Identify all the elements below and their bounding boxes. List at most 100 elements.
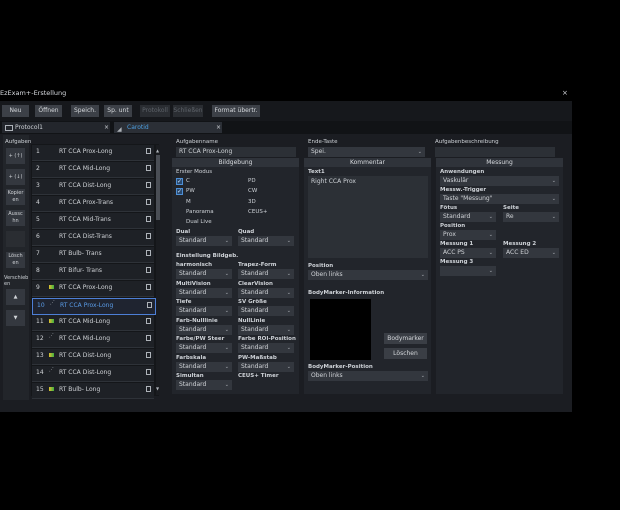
add-below-button[interactable]: + (↓)	[6, 169, 25, 185]
imaging-setting-select[interactable]: Standard ⌄	[176, 287, 232, 298]
scrollbar-thumb[interactable]	[156, 155, 160, 220]
imaging-setting-select[interactable]: Standard ⌄	[238, 269, 294, 279]
mode-pw-checkbox[interactable]: ✓	[176, 188, 183, 195]
imaging-setting-label: Farbe/PW Steer	[176, 336, 225, 342]
imaging-setting-select[interactable]: Standard ⌄	[176, 324, 232, 335]
move-up-button[interactable]: ▲	[6, 289, 25, 305]
imaging-setting-select[interactable]: Standard ⌄	[176, 361, 232, 372]
imaging-setting-select[interactable]: Standard ⌄	[176, 269, 232, 279]
tab-protocol1[interactable]: Protocol1 ×	[2, 122, 110, 133]
document-icon[interactable]	[146, 199, 151, 205]
imaging-setting-select[interactable]: Standard ⌄	[238, 343, 294, 353]
mode-panorama-label[interactable]: Panorama	[186, 209, 214, 215]
document-icon[interactable]	[146, 284, 151, 290]
comment-position-select[interactable]: Oben links ⌄	[308, 270, 428, 280]
save-as-button[interactable]: Sp. unt	[104, 105, 132, 117]
bodymarker-button[interactable]: Bodymarker	[384, 333, 427, 344]
task-row[interactable]: 3 RT CCA Dist-Long	[32, 179, 154, 195]
tab-carotid[interactable]: ◢ Carotid ×	[114, 122, 222, 133]
document-icon[interactable]	[146, 267, 151, 273]
imaging-setting-select[interactable]: Standard ⌄	[238, 287, 294, 298]
scroll-down-icon[interactable]: ▼	[156, 386, 159, 391]
imaging-setting-select[interactable]: Standard ⌄	[238, 306, 294, 316]
new-button[interactable]: Neu	[2, 105, 29, 117]
window-close-icon[interactable]: ×	[562, 89, 568, 97]
task-name-input[interactable]: RT CCA Prox-Long	[176, 147, 296, 157]
tab-close-icon[interactable]: ×	[216, 122, 221, 133]
document-icon[interactable]	[146, 182, 151, 188]
task-row[interactable]: 7 RT Bulb- Trans	[32, 247, 154, 263]
bodymarker-position-select[interactable]: Oben links ⌄	[308, 371, 428, 381]
measurement3-select[interactable]: ⌄	[440, 266, 496, 276]
task-row[interactable]: 6 RT CCA Dist-Trans	[32, 230, 154, 246]
imaging-setting-select[interactable]: Standard ⌄	[176, 306, 232, 316]
document-icon[interactable]	[146, 369, 151, 375]
protocol-button[interactable]: Protokoll	[140, 105, 170, 117]
mode-dual-live-label[interactable]: Dual Live	[186, 219, 212, 225]
measurement1-select[interactable]: ACC PS ⌄	[440, 248, 496, 258]
document-icon[interactable]	[146, 250, 151, 256]
format-transfer-button[interactable]: Format übertr.	[212, 105, 260, 117]
document-icon[interactable]	[146, 233, 151, 239]
task-row[interactable]: 8 RT Bifur- Trans	[32, 264, 154, 280]
task-row[interactable]: 4 RT CCA Prox-Trans	[32, 196, 154, 212]
task-row[interactable]: 14 ⋰ RT CCA Dist-Long	[32, 366, 154, 382]
task-description-input[interactable]	[435, 147, 555, 157]
mode-ceus-label[interactable]: CEUS+	[248, 209, 267, 215]
dual-select[interactable]: Standard ⌄	[176, 236, 232, 246]
tab-close-icon[interactable]: ×	[104, 122, 109, 133]
measurement2-select[interactable]: ACC ED ⌄	[503, 248, 559, 258]
move-down-button[interactable]: ▼	[6, 310, 25, 326]
close-protocol-button[interactable]: Schließen	[173, 105, 203, 117]
imaging-setting-value: Standard	[241, 325, 269, 333]
delete-bodymarker-button[interactable]: Löschen	[384, 348, 427, 359]
mode-3d-label[interactable]: 3D	[248, 199, 256, 205]
task-row[interactable]: 11 RT CCA Mid-Long	[32, 315, 154, 331]
quad-select[interactable]: Standard ⌄	[238, 236, 294, 246]
add-above-button[interactable]: + (↑)	[6, 148, 25, 164]
task-row[interactable]: 2 RT CCA Mid-Long	[32, 162, 154, 178]
copy-button[interactable]: Kopier en	[6, 189, 25, 205]
mode-c-checkbox[interactable]: ✓	[176, 178, 183, 185]
document-icon[interactable]	[146, 216, 151, 222]
cut-button[interactable]: Aussc hn	[6, 210, 25, 226]
side-select[interactable]: Re ⌄	[503, 212, 559, 222]
imaging-setting-select[interactable]: Standard ⌄	[238, 324, 294, 335]
task-label: RT Bifur- Trans	[59, 267, 103, 274]
task-row[interactable]: 1 RT CCA Prox-Long	[32, 145, 154, 161]
task-number: 6	[36, 233, 40, 240]
task-label: RT Bulb- Trans	[59, 250, 102, 257]
document-icon[interactable]	[147, 302, 152, 308]
applications-select[interactable]: Vaskulär ⌄	[440, 176, 559, 186]
task-row[interactable]: 15 RT Bulb- Long	[32, 383, 154, 399]
mode-cw-label[interactable]: CW	[248, 188, 257, 194]
fetus-select[interactable]: Standard ⌄	[440, 212, 496, 222]
document-icon[interactable]	[146, 318, 151, 324]
task-label: RT CCA Dist-Long	[59, 369, 112, 376]
task-row[interactable]: 13 RT CCA Dist-Long	[32, 349, 154, 365]
end-key-select[interactable]: Spei. ⌄	[308, 147, 425, 157]
meas-position-select[interactable]: Prox ⌄	[440, 230, 496, 240]
imaging-setting-select[interactable]: Standard ⌄	[176, 380, 232, 390]
document-icon[interactable]	[146, 386, 151, 392]
chevron-down-icon: ⌄	[224, 308, 229, 314]
document-icon[interactable]	[146, 165, 151, 171]
mode-m-label[interactable]: M	[186, 199, 191, 205]
document-icon[interactable]	[146, 148, 151, 154]
delete-button[interactable]: Lösch en	[6, 252, 25, 268]
imaging-setting-select[interactable]: Standard ⌄	[176, 343, 232, 353]
mode-pd-label[interactable]: PD	[248, 178, 256, 184]
save-button[interactable]: Speich.	[71, 105, 99, 117]
scroll-up-icon[interactable]: ▲	[156, 148, 159, 153]
task-row[interactable]: 10 ⋰ RT CCA Prox-Long	[32, 298, 156, 315]
task-row[interactable]: 5 RT CCA Mid-Trans	[32, 213, 154, 229]
task-row[interactable]: 12 ⋰ RT CCA Mid-Long	[32, 332, 154, 348]
open-button[interactable]: Öffnen	[35, 105, 62, 117]
trigger-select[interactable]: Taste "Messung" ⌄	[440, 194, 559, 204]
task-row[interactable]: 9 RT CCA Prox-Long	[32, 281, 154, 297]
paste-button[interactable]	[6, 231, 25, 247]
document-icon[interactable]	[146, 352, 151, 358]
imaging-setting-select[interactable]: Standard ⌄	[238, 361, 294, 372]
document-icon[interactable]	[146, 335, 151, 341]
text1-textarea[interactable]: Right CCA Prox	[308, 176, 428, 258]
